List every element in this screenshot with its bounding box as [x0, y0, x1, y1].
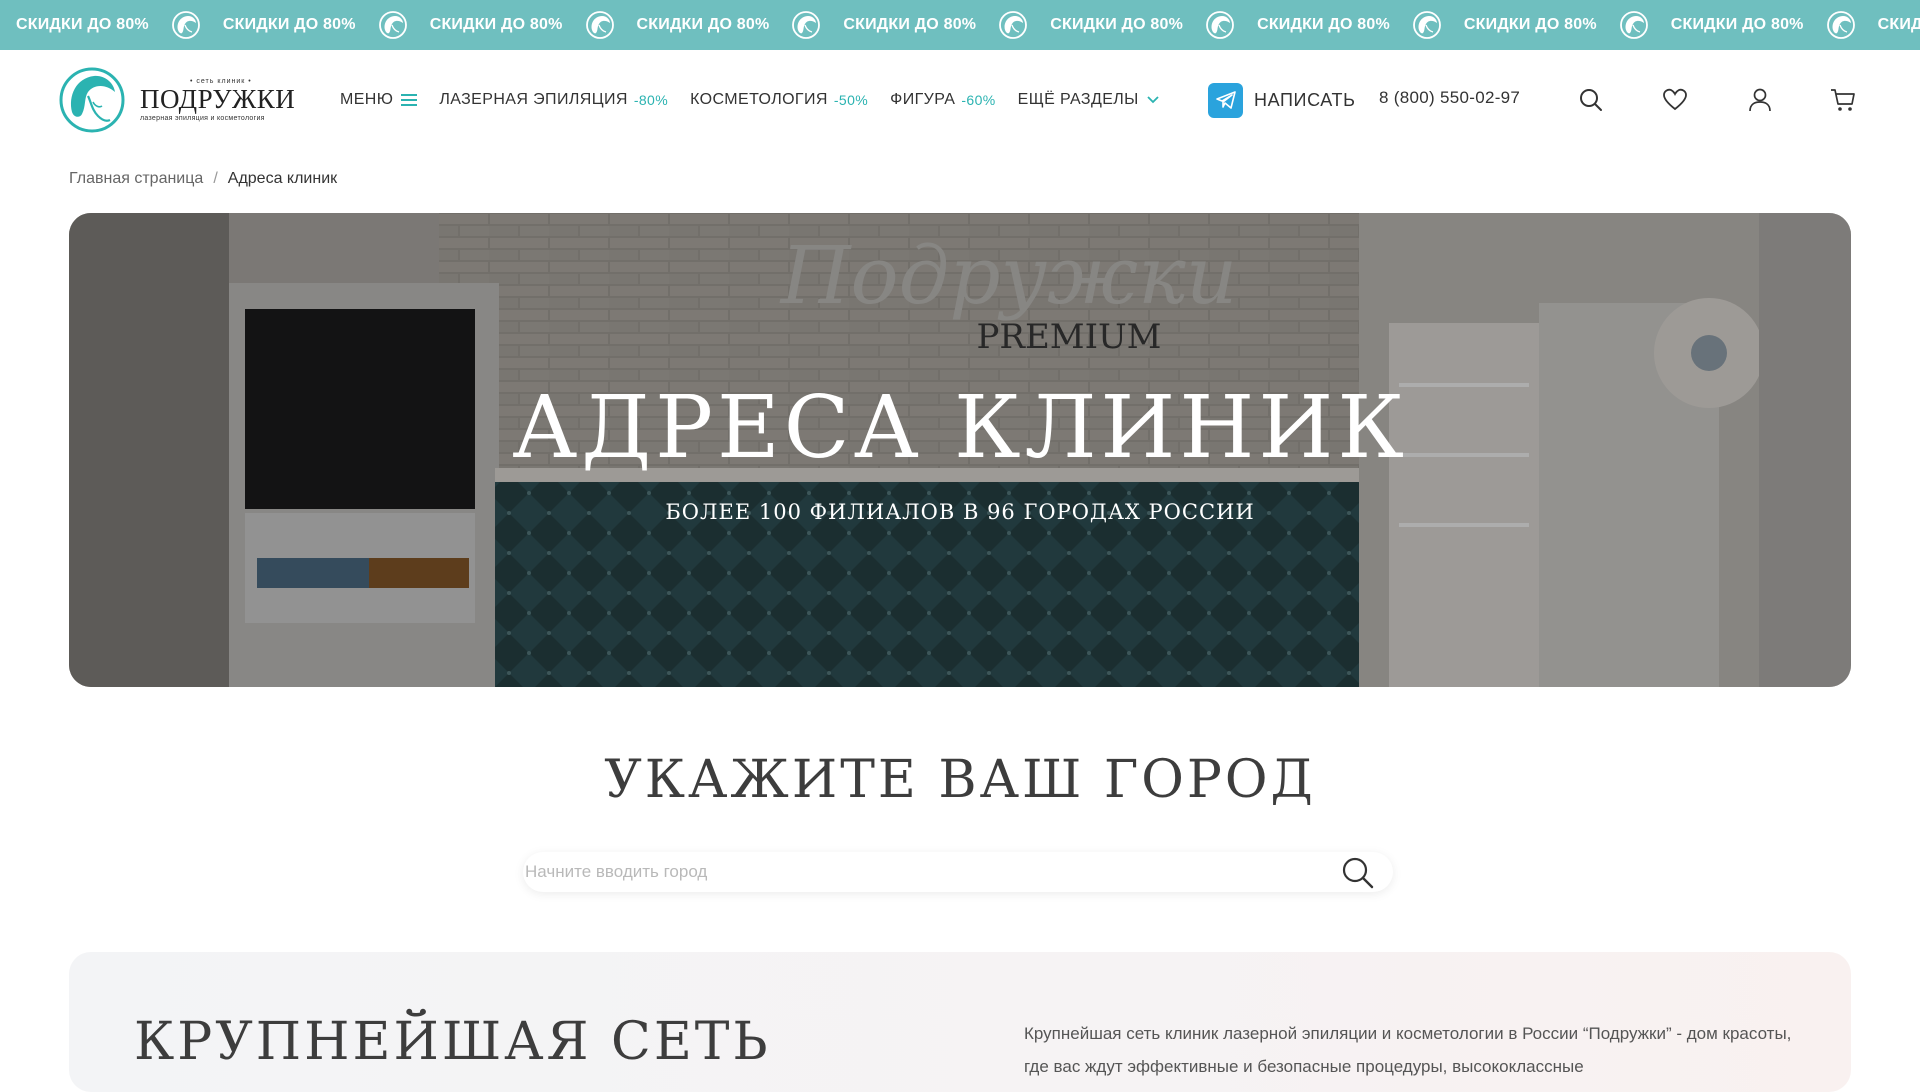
breadcrumb-current: Адреса клиник	[227, 170, 338, 187]
promo-ticker-item: СКИДКИ ДО 80%	[408, 10, 615, 40]
about-text: Крупнейшая сеть клиник лазерной эпиляции…	[1024, 1024, 1792, 1076]
promo-text: СКИДКИ ДО 80%	[1877, 16, 1920, 33]
nav-figure-label: ФИГУРА	[890, 91, 956, 108]
nav-more-label: ЕЩЁ РАЗДЕЛЫ	[1017, 91, 1139, 108]
phone-number[interactable]: 8 (800) 550-02-97	[1379, 88, 1520, 108]
logo-name: ПОДРУЖКИ	[140, 84, 296, 115]
promo-text: СКИДКИ ДО 80%	[1050, 16, 1184, 33]
write-telegram-button[interactable]: НАПИСАТЬ	[1208, 82, 1356, 118]
nav-laser-epilation[interactable]: ЛАЗЕРНАЯ ЭПИЛЯЦИЯ -80%	[439, 91, 668, 109]
promo-ticker-track: СКИДКИ ДО 80% СКИДКИ ДО 80% СКИДКИ ДО 80% С…	[0, 10, 1920, 40]
woman-silhouette-icon	[998, 10, 1028, 40]
promo-text: СКИДКИ ДО 80%	[636, 16, 770, 33]
telegram-icon	[1208, 82, 1243, 118]
breadcrumb-home-link[interactable]: Главная страница	[69, 170, 203, 188]
nav-laser-label: ЛАЗЕРНАЯ ЭПИЛЯЦИЯ	[439, 91, 628, 108]
nav-figure[interactable]: ФИГУРА -60%	[890, 91, 995, 109]
nav-menu[interactable]: МЕНЮ	[340, 91, 418, 109]
promo-ticker-item: СКИДКИ ДО 80%	[201, 10, 408, 40]
logo[interactable]: • сеть клиник • ПОДРУЖКИ лазерная эпиляц…	[58, 64, 298, 136]
promo-text: СКИДКИ ДО 80%	[429, 16, 563, 33]
cart-icon[interactable]	[1830, 87, 1856, 113]
write-label: НАПИСАТЬ	[1254, 89, 1356, 110]
hero-title: АДРЕСА КЛИНИК	[512, 378, 1408, 478]
woman-silhouette-icon	[378, 10, 408, 40]
promo-text: СКИДКИ ДО 80%	[1257, 16, 1390, 33]
nav-laser-discount: -80%	[633, 92, 669, 108]
breadcrumb: Главная страница / Адреса клиник	[69, 170, 337, 188]
promo-ticker-item: СКИДКИ ДО 80%	[615, 10, 822, 40]
promo-ticker-item: СКИДКИ ДО 80%	[1649, 10, 1856, 40]
nav-figure-discount: -60%	[961, 92, 996, 108]
promo-text: СКИДКИ ДО 80%	[16, 16, 149, 33]
woman-silhouette-icon	[791, 10, 821, 40]
hero-banner: Подружки PREMIUM АДРЕСА КЛИНИК БОЛЕЕ 100…	[69, 213, 1851, 687]
promo-ticker-item: СКИДКИ ДО 80%	[821, 10, 1028, 40]
chevron-down-icon	[1147, 96, 1159, 104]
woman-silhouette-icon	[1619, 10, 1649, 40]
nav-more-sections[interactable]: ЕЩЁ РАЗДЕЛЫ	[1018, 91, 1159, 109]
nav-cosmetology[interactable]: КОСМЕТОЛОГИЯ -50%	[690, 91, 868, 109]
promo-ticker-item: СКИДКИ ДО 80%	[1028, 10, 1235, 40]
nav-cosmetology-label: КОСМЕТОЛОГИЯ	[690, 91, 828, 108]
city-search-box	[523, 852, 1393, 892]
city-search-input[interactable]	[525, 852, 1315, 892]
promo-text: СКИДКИ ДО 80%	[843, 16, 977, 33]
promo-text: СКИДКИ ДО 80%	[1670, 16, 1804, 33]
about-title: КРУПНЕЙШАЯ СЕТЬ	[134, 1012, 771, 1072]
city-search-icon[interactable]	[1341, 856, 1375, 890]
woman-silhouette-icon	[171, 10, 201, 40]
woman-silhouette-icon	[1205, 10, 1235, 40]
heart-icon[interactable]	[1662, 87, 1688, 113]
woman-silhouette-icon	[585, 10, 615, 40]
about-section: КРУПНЕЙШАЯ СЕТЬ Крупнейшая сеть клиник л…	[69, 952, 1851, 1092]
promo-ticker-item: СКИДКИ ДО 80%	[0, 10, 201, 40]
promo-ticker-item: СКИДКИ ДО 80%	[1235, 10, 1442, 40]
promo-text: СКИДКИ ДО 80%	[1463, 16, 1597, 33]
city-section-title: УКАЖИТЕ ВАШ ГОРОД	[604, 750, 1316, 810]
promo-text: СКИДКИ ДО 80%	[222, 16, 356, 33]
search-icon[interactable]	[1578, 87, 1604, 113]
hamburger-icon	[401, 94, 418, 106]
breadcrumb-separator: /	[213, 170, 218, 187]
logo-text: • сеть клиник • ПОДРУЖКИ лазерная эпиляц…	[140, 78, 295, 122]
logo-caption: лазерная эпиляция и косметология	[140, 114, 265, 122]
nav-menu-label: МЕНЮ	[340, 91, 394, 108]
logo-woman-icon	[59, 67, 125, 133]
user-icon[interactable]	[1747, 87, 1773, 113]
promo-ticker-item: СКИДКИ ДО 80%	[1442, 10, 1649, 40]
nav-cosmetology-discount: -50%	[833, 92, 869, 108]
hero-subtitle: БОЛЕЕ 100 ФИЛИАЛОВ В 96 ГОРОДАХ РОССИИ	[665, 500, 1255, 524]
main-nav: МЕНЮ ЛАЗЕРНАЯ ЭПИЛЯЦИЯ -80% КОСМЕТОЛОГИЯ…	[340, 50, 1181, 150]
woman-silhouette-icon	[1826, 10, 1856, 40]
promo-ticker: СКИДКИ ДО 80% СКИДКИ ДО 80% СКИДКИ ДО 80% С…	[0, 0, 1920, 50]
promo-ticker-item: СКИДКИ ДО 80%	[1856, 10, 1920, 40]
woman-silhouette-icon	[1412, 10, 1442, 40]
site-header: • сеть клиник • ПОДРУЖКИ лазерная эпиляц…	[0, 50, 1920, 150]
